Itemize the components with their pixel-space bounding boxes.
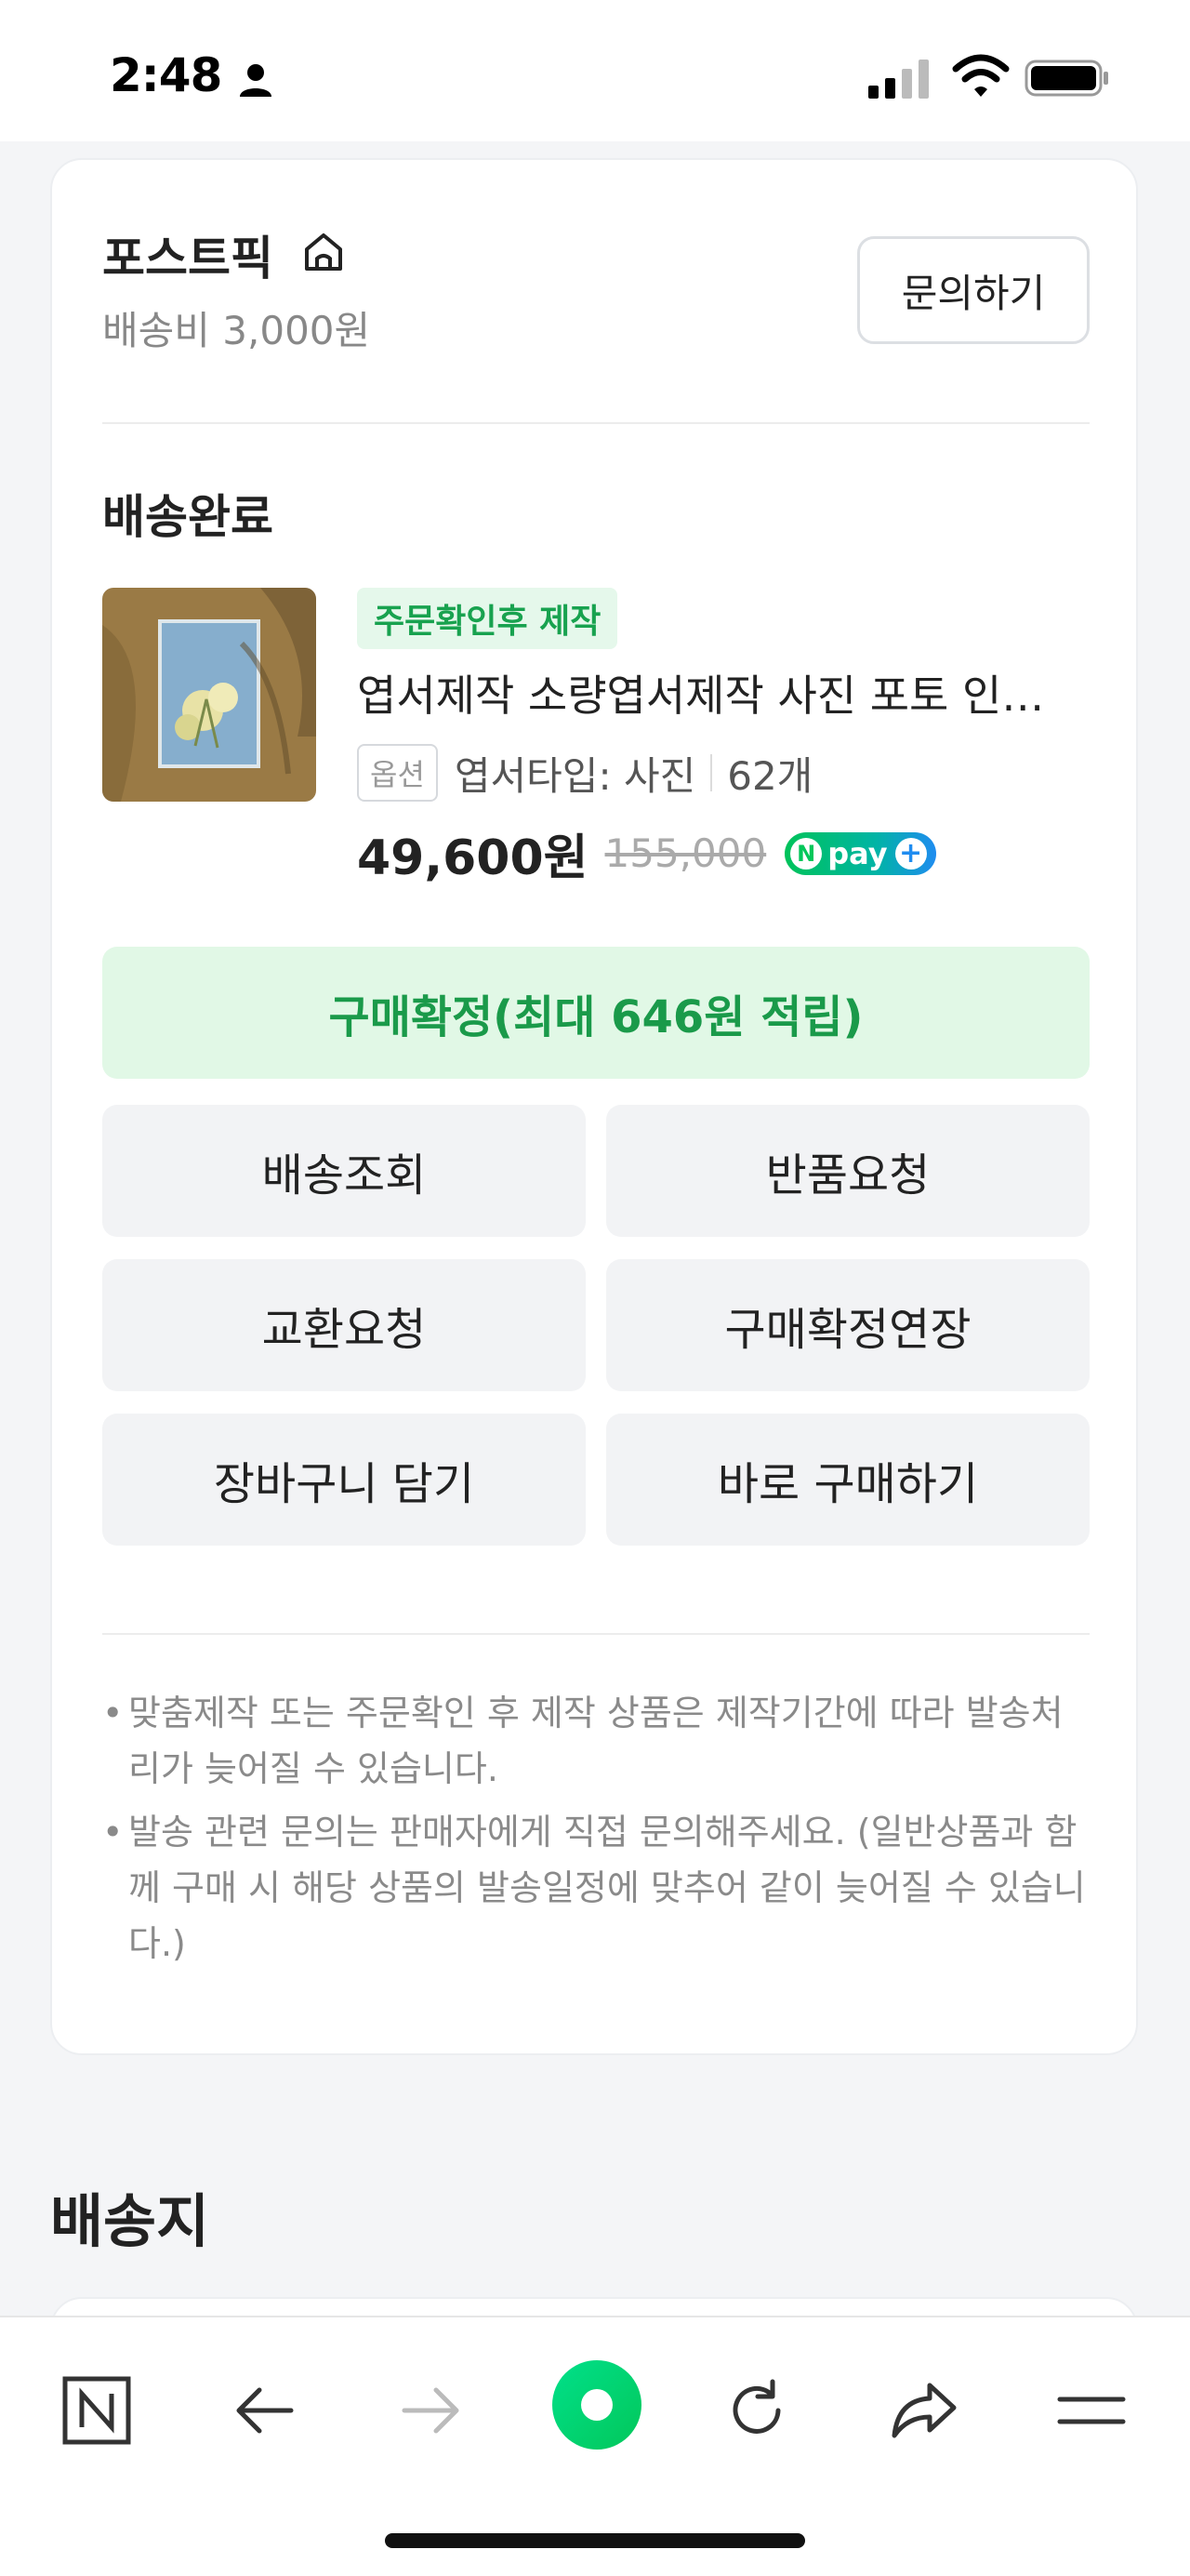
product-thumbnail[interactable]: [102, 588, 316, 802]
status-bar: 2:48: [0, 0, 1190, 141]
address-section-title: 배송지: [50, 2187, 210, 2255]
shipping-fee: 배송비 3,000원: [102, 308, 371, 353]
inquiry-button[interactable]: 문의하기: [857, 236, 1090, 344]
naver-home-icon[interactable]: [50, 2364, 143, 2457]
confirm-purchase-button[interactable]: 구매확정(최대 646원 적립): [102, 947, 1090, 1079]
browser-toolbar: [0, 2316, 1190, 2576]
notice-list: 맞춤제작 또는 주문확인 후 제작 상품은 제작기간에 따라 발송처리가 늦어질…: [102, 1685, 1090, 1979]
refresh-icon[interactable]: [710, 2364, 803, 2457]
price: 49,600원: [357, 830, 588, 886]
divider: [102, 1633, 1090, 1635]
delivery-status: 배송완료: [102, 490, 273, 544]
price-row: 49,600원 155,000 N pay +: [357, 818, 936, 888]
back-icon[interactable]: [218, 2364, 311, 2457]
product-option-row: 옵션 엽서타입: 사진 62개: [357, 744, 813, 802]
exchange-request-button[interactable]: 교환요청: [102, 1259, 586, 1391]
add-to-cart-button[interactable]: 장바구니 담기: [102, 1414, 586, 1546]
track-delivery-button[interactable]: 배송조회: [102, 1105, 586, 1237]
option-separator: [710, 754, 713, 791]
person-icon: [237, 61, 274, 102]
extend-confirm-button[interactable]: 구매확정연장: [606, 1259, 1090, 1391]
option-tag: 옵션: [357, 744, 438, 802]
product-name[interactable]: 엽서제작 소량엽서제작 사진 포토 인…: [357, 662, 1138, 724]
share-icon[interactable]: [878, 2364, 971, 2457]
store-home-icon[interactable]: [301, 231, 346, 277]
wifi-icon: [952, 54, 1010, 102]
naver-n-icon: N: [790, 837, 823, 870]
green-dot-icon[interactable]: [545, 2353, 649, 2457]
return-request-button[interactable]: 반품요청: [606, 1105, 1090, 1237]
npay-plus-badge: N pay +: [785, 831, 936, 875]
option-value: 엽서타입: 사진: [454, 752, 696, 799]
order-card: 포스트픽 배송비 3,000원 문의하기 배송완료 주문확인후 제작 엽서제작 …: [50, 158, 1138, 2055]
made-to-order-badge: 주문확인후 제작: [357, 588, 618, 649]
buy-now-button[interactable]: 바로 구매하기: [606, 1414, 1090, 1546]
divider: [102, 422, 1090, 424]
plus-icon: +: [894, 837, 927, 870]
original-price: 155,000: [604, 830, 767, 876]
notice-item: 발송 관련 문의는 판매자에게 직접 문의해주세요. (일반상품과 함께 구매 …: [102, 1804, 1090, 1972]
menu-icon[interactable]: [1045, 2364, 1138, 2457]
quantity: 62개: [727, 752, 813, 799]
store-name[interactable]: 포스트픽: [102, 221, 273, 288]
status-time: 2:48: [110, 48, 222, 102]
home-indicator: [385, 2533, 805, 2548]
battery-icon: [1025, 60, 1110, 100]
forward-icon: [385, 2364, 478, 2457]
cellular-signal-icon: [866, 58, 932, 102]
npay-label: pay: [827, 835, 888, 871]
notice-item: 맞춤제작 또는 주문확인 후 제작 상품은 제작기간에 따라 발송처리가 늦어질…: [102, 1685, 1090, 1797]
